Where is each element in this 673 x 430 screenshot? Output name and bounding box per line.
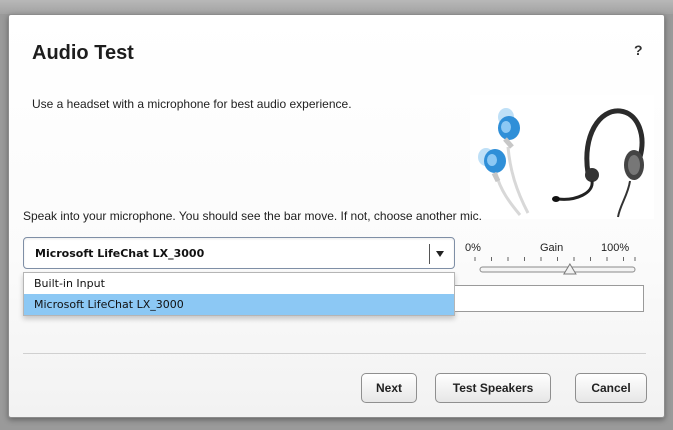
earbuds-and-headset-illustration [478,108,645,218]
cancel-button[interactable]: Cancel [575,373,647,403]
next-button[interactable]: Next [361,373,417,403]
dialog-title: Audio Test [32,42,134,64]
test-speakers-button[interactable]: Test Speakers [435,373,551,403]
dropdown-option-built-in-input[interactable]: Built-in Input [24,273,454,294]
gain-slider-ticks [474,257,636,261]
instruction-text: Speak into your microphone. You should s… [23,209,482,223]
microphone-dropdown-list: Built-in Input Microsoft LifeChat LX_300… [23,272,455,316]
headset-image [470,95,654,219]
help-icon[interactable]: ? [634,42,643,58]
microphone-select[interactable]: Microsoft LifeChat LX_3000 [23,237,455,269]
input-level-meter [455,285,644,312]
gain-slider-track[interactable] [479,266,636,273]
footer-divider [23,353,646,354]
chevron-down-icon[interactable] [436,251,444,257]
intro-text: Use a headset with a microphone for best… [32,97,352,111]
gain-slider[interactable] [470,253,644,285]
background-window [0,0,673,14]
select-divider [429,244,430,264]
microphone-select-value: Microsoft LifeChat LX_3000 [35,247,205,260]
dropdown-option-lifechat[interactable]: Microsoft LifeChat LX_3000 [24,294,454,315]
